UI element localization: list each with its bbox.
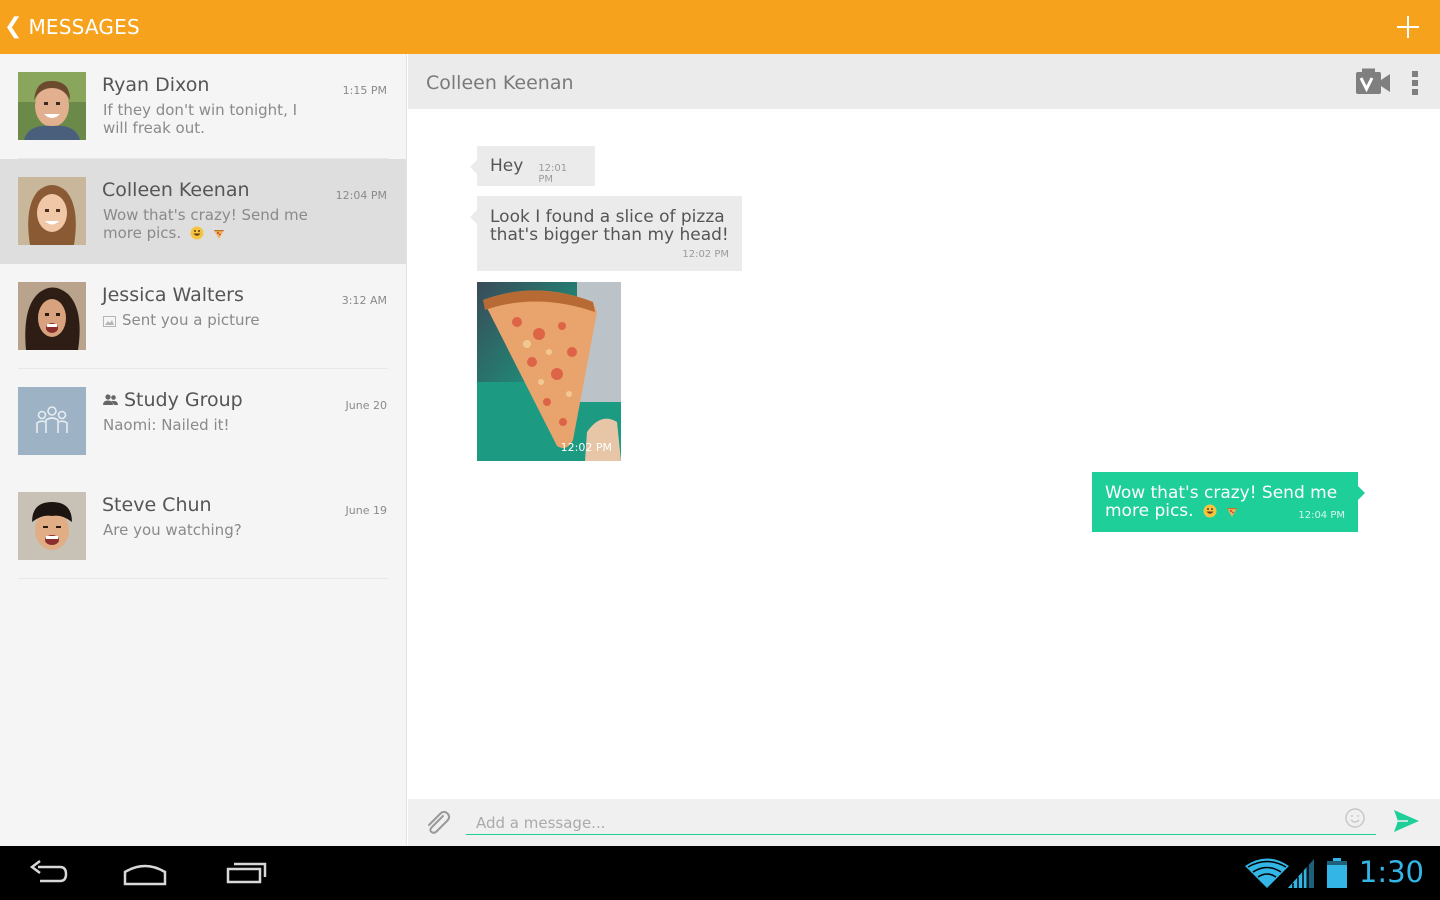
message-thread: Hey 12:01 PM Look I found a slice of piz… (408, 109, 1440, 799)
group-name: Study Group (124, 389, 243, 411)
message-time: 12:01 PM (538, 163, 568, 185)
action-bar: ❮ MESSAGES (0, 0, 1440, 54)
contact-name: Jessica Walters (102, 284, 244, 306)
conversation-time: 12:04 PM (335, 189, 387, 202)
picture-icon (103, 313, 116, 331)
conversation-list: Ryan Dixon If they don't win tonight, I … (0, 54, 407, 846)
status-clock: 1:30 (1358, 855, 1424, 889)
video-call-icon[interactable] (1355, 68, 1391, 96)
message-text: Hey (490, 156, 524, 176)
pizza-icon (213, 226, 225, 244)
battery-icon (1326, 857, 1348, 893)
avatar (18, 492, 86, 560)
message-time: 12:02 PM (560, 441, 612, 454)
contact-name: Steve Chun (102, 494, 212, 516)
back-nav-icon[interactable] (28, 858, 70, 888)
message-preview: Naomi: Nailed it! (103, 416, 230, 434)
wifi-icon (1244, 857, 1290, 893)
avatar (18, 282, 86, 350)
message-composer (408, 799, 1440, 846)
divider (18, 578, 388, 579)
system-navigation-bar: 1:30 (0, 846, 1440, 900)
back-to-messages-button[interactable]: ❮ MESSAGES (4, 12, 140, 42)
message-preview: Wow that's crazy! Send me more pics. (103, 206, 323, 244)
avatar (18, 72, 86, 140)
smiley-icon[interactable] (1344, 807, 1366, 829)
home-nav-icon[interactable] (122, 858, 168, 888)
conversation-time: 1:15 PM (342, 84, 387, 97)
message-time: 12:02 PM (682, 249, 729, 260)
contact-name: Ryan Dixon (102, 74, 210, 96)
avatar (18, 177, 86, 245)
plus-icon[interactable] (1394, 13, 1422, 41)
message-preview: If they don't win tonight, I will freak … (103, 101, 298, 137)
pizza-icon (1226, 504, 1238, 522)
conversation-time: 3:12 AM (341, 294, 387, 307)
message-text: Look I found a slice of pizza that's big… (490, 207, 729, 245)
incoming-message-bubble: Hey 12:01 PM (470, 146, 595, 186)
chat-contact-name: Colleen Keenan (426, 72, 574, 94)
message-time: 12:04 PM (1298, 510, 1345, 521)
contact-name: Colleen Keenan (102, 179, 250, 201)
message-preview: Sent you a picture (103, 311, 323, 331)
conversation-time: June 19 (345, 504, 387, 517)
conversation-item-jessica-walters[interactable]: Jessica Walters Sent you a picture 3:12 … (0, 264, 406, 369)
outgoing-message-bubble: Wow that's crazy! Send me more pics. 12:… (1092, 472, 1365, 532)
signal-icon (1286, 857, 1316, 893)
recents-nav-icon[interactable] (224, 858, 268, 888)
group-avatar (18, 387, 86, 455)
pizza-photo[interactable]: 12:02 PM (477, 282, 621, 461)
conversation-item-steve-chun[interactable]: Steve Chun Are you watching? June 19 (0, 474, 406, 579)
chat-header: Colleen Keenan (408, 54, 1440, 109)
preview-text: Wow that's crazy! Send me more pics. (103, 206, 308, 242)
contact-name: Study Group (102, 389, 243, 411)
conversation-item-colleen-keenan[interactable]: Colleen Keenan Wow that's crazy! Send me… (0, 159, 406, 264)
attach-icon[interactable] (422, 807, 452, 837)
conversation-item-study-group[interactable]: Study Group Naomi: Nailed it! June 20 (0, 369, 406, 474)
grinning-face-icon (190, 226, 204, 244)
group-icon (102, 389, 119, 411)
preview-text: Sent you a picture (122, 311, 260, 329)
conversation-time: June 20 (345, 399, 387, 412)
incoming-message-bubble: Look I found a slice of pizza that's big… (470, 196, 742, 271)
app-title: MESSAGES (28, 15, 140, 39)
message-preview: Are you watching? (103, 521, 242, 539)
conversation-item-ryan-dixon[interactable]: Ryan Dixon If they don't win tonight, I … (0, 54, 406, 159)
chevron-left-icon: ❮ (4, 14, 23, 39)
overflow-menu-icon[interactable] (1408, 69, 1422, 97)
send-icon[interactable] (1392, 808, 1420, 834)
grinning-face-icon (1203, 504, 1217, 522)
message-input[interactable] (466, 807, 1376, 835)
